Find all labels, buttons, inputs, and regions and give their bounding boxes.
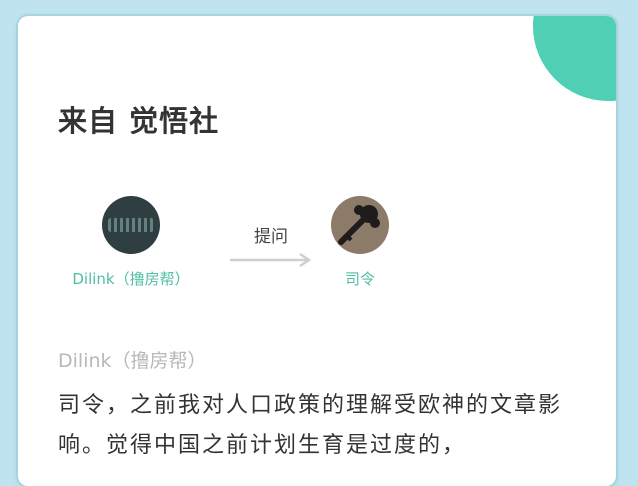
action-connector: 提问 xyxy=(228,222,314,267)
from-user[interactable]: Dilink（撸房帮） xyxy=(56,196,206,289)
question-text: 司令，之前我对人口政策的理解受欧神的文章影响。觉得中国之前计划生育是过度的， xyxy=(58,393,563,458)
from-user-name[interactable]: Dilink（撸房帮） xyxy=(56,268,206,289)
avatar[interactable] xyxy=(331,196,389,254)
action-label: 提问 xyxy=(254,227,288,247)
arrow-right-icon xyxy=(230,253,312,267)
handwriting-icon xyxy=(108,218,154,232)
avatar[interactable] xyxy=(102,196,160,254)
question-card: 来自 觉悟社 Dilink（撸房帮） 提问 司令 Dilink（撸房帮） 司令，… xyxy=(18,16,616,486)
page-title: 来自 觉悟社 xyxy=(58,104,220,138)
question-author: Dilink（撸房帮） xyxy=(58,350,207,372)
to-user-name[interactable]: 司令 xyxy=(330,268,390,289)
key-icon xyxy=(338,205,380,245)
corner-decoration xyxy=(533,16,616,101)
to-user[interactable]: 司令 xyxy=(330,196,390,289)
